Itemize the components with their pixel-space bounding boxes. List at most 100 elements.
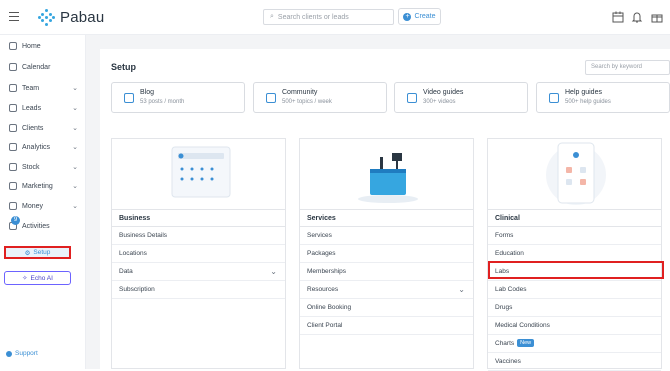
sidebar-item-label: Calendar: [22, 63, 51, 71]
sparkle-icon: ✧: [22, 275, 28, 282]
sidebar-item-clients[interactable]: Clients ⌄: [0, 120, 86, 136]
list-item[interactable]: Services: [300, 227, 473, 245]
card-title: Video guides: [423, 89, 464, 96]
list-item[interactable]: Online Booking: [300, 299, 473, 317]
community-icon: [266, 93, 276, 103]
chevron-down-icon: ⌄: [72, 85, 78, 92]
sidebar-item-calendar[interactable]: Calendar: [0, 59, 86, 75]
play-icon: [407, 93, 417, 103]
support-icon: [6, 350, 12, 357]
list-item[interactable]: Client Portal: [300, 317, 473, 335]
sidebar-item-label: Marketing: [22, 182, 53, 190]
plus-icon: +: [403, 12, 412, 21]
help-guides-card[interactable]: Help guides 500+ help guides: [536, 82, 670, 113]
create-button[interactable]: + Create: [398, 8, 441, 25]
sidebar-item-label: Stock: [22, 163, 40, 171]
calendar-icon[interactable]: [612, 11, 624, 23]
list-item[interactable]: Lab Codes: [488, 281, 661, 299]
echo-ai-label: Echo AI: [30, 274, 53, 282]
sidebar-item-label: Leads: [22, 104, 42, 112]
sidebar-item-home[interactable]: Home: [0, 38, 86, 54]
chevron-down-icon: ⌄: [72, 164, 78, 171]
services-column: Services Services Packages Memberships R…: [299, 138, 474, 369]
services-heading: Services: [300, 210, 473, 227]
sidebar-item-money[interactable]: Money ⌄: [0, 198, 86, 214]
pen-icon: [124, 93, 134, 103]
sidebar-item-label: Money: [22, 202, 44, 210]
list-item[interactable]: Memberships: [300, 263, 473, 281]
page-title: Setup: [111, 62, 137, 72]
menu-icon[interactable]: [9, 12, 19, 22]
sidebar-item-marketing[interactable]: Marketing ⌄: [0, 178, 86, 194]
card-subtitle: 53 posts / month: [140, 99, 185, 105]
list-item-label: Data: [119, 268, 133, 275]
sidebar-item-leads[interactable]: Leads ⌄: [0, 100, 86, 116]
list-item[interactable]: Drugs: [488, 299, 661, 317]
list-item[interactable]: Forms: [488, 227, 661, 245]
sidebar-item-label: Team: [22, 84, 40, 92]
search-input[interactable]: ⌕ Search clients or leads: [263, 9, 394, 25]
keyword-search-input[interactable]: Search by keyword: [585, 60, 670, 75]
list-item-resources[interactable]: Resources ⌄: [300, 281, 473, 299]
gear-icon: ⚙: [24, 249, 31, 257]
sidebar-item-label: Activities: [22, 222, 50, 230]
blog-card[interactable]: Blog 53 posts / month: [111, 82, 245, 113]
search-icon: ⌕: [270, 13, 274, 20]
chevron-down-icon: ⌄: [72, 183, 78, 190]
chevron-down-icon: ⌄: [458, 285, 465, 294]
video-guides-card[interactable]: Video guides 300+ videos: [394, 82, 528, 113]
list-item[interactable]: Packages: [300, 245, 473, 263]
labs-highlight: [488, 261, 664, 279]
sidebar-item-label: Home: [22, 42, 41, 50]
bell-icon[interactable]: [631, 11, 643, 23]
business-illustration: [112, 139, 285, 210]
chevron-down-icon: ⌄: [72, 105, 78, 112]
list-item-label: Charts: [495, 340, 515, 347]
create-label: Create: [414, 13, 436, 20]
list-item-data[interactable]: Data ⌄: [112, 263, 285, 281]
list-item[interactable]: Medical Conditions: [488, 317, 661, 335]
services-illustration: [300, 139, 473, 210]
sidebar-item-analytics[interactable]: Analytics ⌄: [0, 139, 86, 155]
home-icon: [9, 42, 17, 50]
list-item[interactable]: Business Details: [112, 227, 285, 245]
support-link[interactable]: Support: [6, 350, 38, 357]
marketing-icon: [9, 182, 17, 190]
gift-icon[interactable]: [651, 11, 663, 23]
list-item-charts[interactable]: Charts New: [488, 335, 661, 353]
list-item[interactable]: Locations: [112, 245, 285, 263]
activities-count-badge: 9: [11, 216, 20, 225]
sidebar-item-label: Clients: [22, 124, 44, 132]
echo-ai-button[interactable]: ✧ Echo AI: [4, 271, 71, 285]
pabau-logo-icon: [38, 9, 55, 26]
stock-icon: [9, 163, 17, 171]
clinical-column: Clinical Forms Education Labs Lab Codes …: [487, 138, 662, 371]
help-icon: [549, 93, 559, 103]
clinical-heading: Clinical: [488, 210, 661, 227]
money-icon: [9, 202, 17, 210]
sidebar-item-label: Analytics: [22, 143, 51, 151]
leads-icon: [9, 104, 17, 112]
top-bar: Pabau ⌕ Search clients or leads + Create: [0, 0, 670, 35]
chevron-down-icon: ⌄: [72, 125, 78, 132]
support-label: Support: [15, 350, 38, 357]
sidebar-item-stock[interactable]: Stock ⌄: [0, 159, 86, 175]
new-badge: New: [517, 339, 535, 347]
card-title: Help guides: [565, 89, 602, 96]
card-subtitle: 500+ topics / week: [282, 99, 332, 105]
sidebar-item-setup[interactable]: ⚙ Setup: [4, 246, 71, 259]
business-column: Business Business Details Locations Data…: [111, 138, 286, 369]
logo[interactable]: Pabau: [38, 9, 104, 26]
sidebar-item-label: Setup: [33, 249, 51, 256]
card-title: Community: [282, 89, 318, 96]
list-item[interactable]: Vaccines: [488, 353, 661, 371]
sidebar-item-team[interactable]: Team ⌄: [0, 80, 86, 96]
chevron-down-icon: ⌄: [72, 203, 78, 210]
chevron-down-icon: ⌄: [270, 267, 277, 276]
clinical-illustration: [488, 139, 661, 210]
community-card[interactable]: Community 500+ topics / week: [253, 82, 387, 113]
list-item[interactable]: Subscription: [112, 281, 285, 299]
analytics-icon: [9, 143, 17, 151]
clients-icon: [9, 124, 17, 132]
card-subtitle: 300+ videos: [423, 99, 456, 105]
